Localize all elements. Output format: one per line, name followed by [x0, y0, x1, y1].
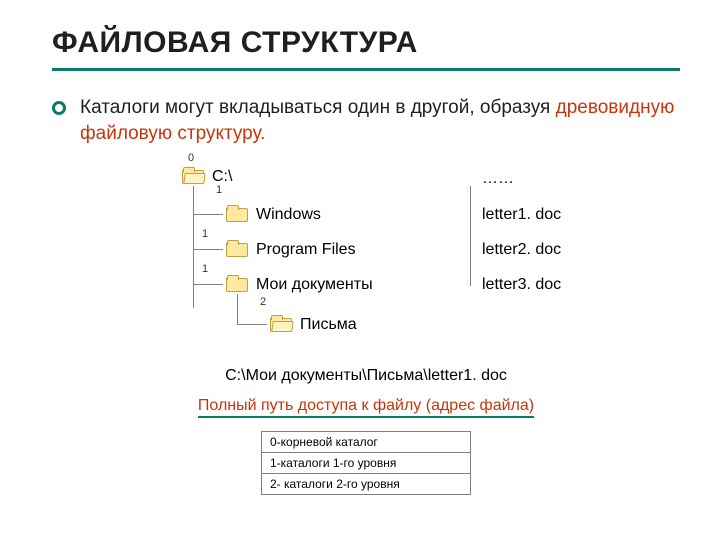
tree-diagram: 0 C:\ 1 Windows 1 Program Files 1 Мои до… — [182, 156, 680, 361]
file-item: letter1. doc — [482, 206, 561, 224]
tree-connector — [193, 186, 194, 308]
caption: Полный путь доступа к файлу (адрес файла… — [52, 397, 680, 415]
folder-label: Program Files — [256, 241, 356, 259]
tree-connector — [237, 324, 267, 325]
body-row: Каталоги могут вкладываться один в друго… — [52, 95, 680, 146]
caption-text: Полный путь доступа к файлу (адрес файла… — [198, 397, 534, 418]
full-path: C:\Мои документы\Письма\letter1. doc — [52, 367, 680, 385]
tree-connector — [193, 284, 223, 285]
root-node: C:\ — [182, 168, 232, 186]
legend-row: 2- каталоги 2-го уровня — [262, 473, 470, 494]
body-text: Каталоги могут вкладываться один в друго… — [80, 95, 680, 146]
level-num: 1 — [216, 184, 222, 196]
folder-node: Мои документы — [226, 276, 373, 294]
folder-node: Program Files — [226, 241, 356, 259]
folder-label: Windows — [256, 206, 321, 224]
files-header: …… — [482, 170, 514, 188]
level-num: 1 — [202, 228, 208, 240]
folder-label: Мои документы — [256, 276, 373, 294]
tree-connector — [237, 294, 238, 324]
level-num: 2 — [260, 296, 266, 308]
folder-icon — [226, 208, 248, 222]
file-item: letter2. doc — [482, 241, 561, 259]
slide-title: ФАЙЛОВАЯ СТРУКТУРА — [52, 26, 680, 71]
folder-icon — [270, 318, 292, 332]
folder-label: Письма — [300, 316, 357, 334]
root-level-num: 0 — [188, 152, 194, 164]
folder-icon — [226, 243, 248, 257]
bullet-icon — [52, 101, 66, 115]
level-num: 1 — [202, 263, 208, 275]
folder-icon — [226, 278, 248, 292]
legend-row: 1-каталоги 1-го уровня — [262, 452, 470, 473]
tree-connector — [470, 186, 471, 286]
tree-connector — [193, 249, 223, 250]
folder-icon — [182, 170, 204, 184]
folder-node: Письма — [270, 316, 357, 334]
legend-row: 0-корневой каталог — [262, 432, 470, 452]
legend-box: 0-корневой каталог 1-каталоги 1-го уровн… — [261, 431, 471, 495]
body-part1: Каталоги могут вкладываться один в друго… — [80, 97, 556, 118]
tree-connector — [193, 214, 223, 215]
folder-node: Windows — [226, 206, 321, 224]
file-item: letter3. doc — [482, 276, 561, 294]
